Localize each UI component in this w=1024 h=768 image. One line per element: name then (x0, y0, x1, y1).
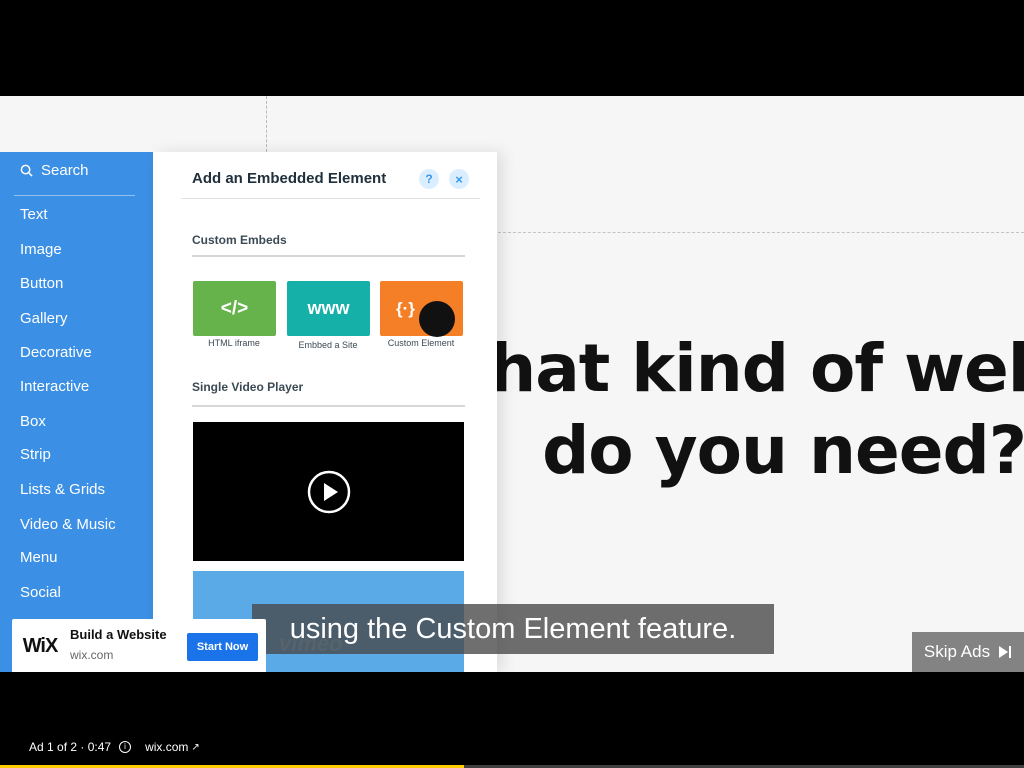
video-frame[interactable]: hat kind of web do you need? Search Text… (0, 96, 1024, 672)
sidebar-item-gallery[interactable]: Gallery (20, 310, 68, 327)
help-icon[interactable]: ? (419, 169, 439, 189)
section-label-video-player: Single Video Player (192, 380, 304, 394)
wix-logo: WiX (22, 634, 59, 657)
info-icon[interactable]: i (119, 741, 132, 753)
sidebar-item-video-music[interactable]: Video & Music (20, 516, 116, 533)
sidebar-item-lists-grids[interactable]: Lists & Grids (20, 481, 105, 498)
external-link-icon: ↗ (191, 741, 200, 753)
sidebar-item-button[interactable]: Button (20, 275, 63, 292)
divider (181, 198, 480, 199)
start-now-button[interactable]: Start Now (187, 633, 258, 661)
advertiser-link[interactable]: wix.com (145, 740, 188, 754)
guide-line (498, 232, 1024, 233)
ad-domain: wix.com (70, 648, 114, 662)
panel-title: Add an Embedded Element (192, 170, 387, 187)
tile-label: HTML iframe (208, 338, 260, 348)
add-panel-sidebar: Search Text Image Button Gallery Decorat… (0, 152, 153, 672)
skip-label: Skip Ads (923, 642, 991, 661)
sidebar-item-text[interactable]: Text (20, 206, 48, 223)
ad-counter: Ad 1 of 2 · 0:47 (29, 740, 112, 754)
sidebar-item-interactive[interactable]: Interactive (20, 378, 89, 395)
sidebar-item-social[interactable]: Social (20, 584, 61, 601)
ad-title[interactable]: Build a Website (70, 627, 167, 642)
skip-ads-button[interactable]: Skip Ads (912, 632, 1024, 672)
search-button[interactable]: Search (20, 162, 89, 179)
ad-card[interactable]: WiX Build a Website wix.com Start Now (12, 619, 266, 672)
close-icon[interactable]: × (449, 169, 469, 189)
tile-label: Embbed a Site (298, 340, 358, 350)
headline-line-2: do you need? (542, 412, 1024, 489)
search-icon (20, 164, 33, 177)
cursor-pointer (419, 301, 455, 337)
ad-info-bar: Ad 1 of 2 · 0:47 i wix.com ↗ (29, 740, 200, 754)
search-label: Search (41, 162, 89, 179)
sidebar-item-menu[interactable]: Menu (20, 549, 58, 566)
divider (14, 195, 135, 196)
sidebar-item-box[interactable]: Box (20, 413, 46, 430)
video-player-preview[interactable] (193, 422, 464, 561)
headline: hat kind of web do you need? (496, 328, 1024, 498)
sidebar-item-strip[interactable]: Strip (20, 446, 51, 463)
divider (192, 405, 465, 407)
html-iframe-tile[interactable]: </> (193, 281, 276, 336)
tile-label: Custom Element (387, 338, 455, 348)
section-label-custom-embeds: Custom Embeds (192, 233, 287, 247)
skip-next-icon (999, 646, 1012, 658)
headline-line-1: hat kind of web (496, 330, 1024, 407)
sidebar-item-image[interactable]: Image (20, 241, 62, 258)
divider (192, 255, 465, 257)
embed-site-tile[interactable]: www (287, 281, 370, 336)
guide-line (266, 96, 267, 152)
sidebar-item-decorative[interactable]: Decorative (20, 344, 92, 361)
embed-panel: Add an Embedded Element ? × Custom Embed… (153, 152, 497, 672)
play-icon (307, 470, 350, 513)
subtitle-caption: using the Custom Element feature. (252, 604, 774, 654)
